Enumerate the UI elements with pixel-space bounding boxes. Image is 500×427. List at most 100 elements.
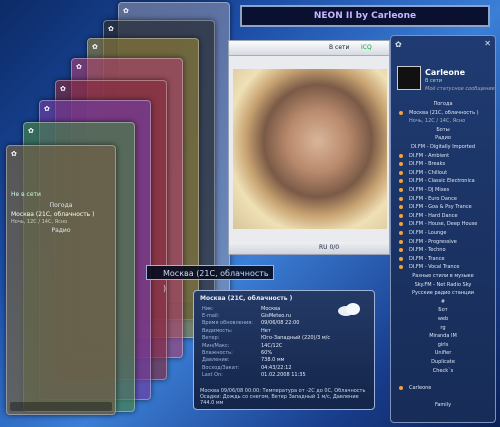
weather-value: GisMeteo.ru (261, 313, 292, 320)
contact-group[interactable]: Боты (395, 126, 491, 134)
list-item[interactable]: DI.FM - House, Deep House (395, 220, 491, 228)
weather-value: 09/06/08 22:00 (261, 320, 300, 327)
list-item-label: DI.FM - Hard Dance (409, 212, 458, 219)
contact-group[interactable]: Радио (395, 134, 491, 142)
contact-group[interactable]: # (395, 298, 491, 306)
contact-group[interactable]: Бот (395, 306, 491, 314)
status-message[interactable]: Моё статусное сообщение (425, 86, 495, 92)
contact-group[interactable]: Family (395, 401, 491, 409)
status-line[interactable]: Не в сети (11, 190, 111, 199)
list-item-label: Погода (433, 101, 453, 107)
contact-group[interactable]: DI.FM - Digitally Imported (395, 143, 491, 151)
weather-key: Мин/Макс: (202, 342, 230, 349)
weather-forecast-note: Москва 09/06/08 00:00: Температура от -2… (200, 388, 366, 406)
weather-key: Восход/Закат: (202, 364, 240, 371)
weather-value: 14С/12С (261, 342, 283, 349)
flower-icon: ✿ (76, 63, 82, 71)
list-item-label: Duplicate (431, 359, 455, 365)
weather-value: 01.02.2008 11:35 (261, 372, 306, 379)
status-online[interactable]: В сети (329, 44, 349, 51)
weather-contact-label[interactable]: Москва (21С, облачность ) (146, 265, 274, 293)
weather-row: Last On: 01.02.2008 11:35 (200, 372, 332, 379)
list-item[interactable]: Ночь, 12С / 14С, Ясно (395, 117, 491, 125)
contact-status-icon (399, 110, 403, 115)
list-item[interactable]: DI.FM - Breaks (395, 160, 491, 168)
list-item[interactable]: DI.FM - Goa & Psy Trance (395, 203, 491, 211)
contact-status-icon (399, 265, 403, 270)
list-item-label: Боты (436, 126, 450, 133)
contact-group[interactable]: Check`s (395, 367, 491, 375)
profile-nick[interactable]: Carleone (425, 68, 465, 77)
weather-header: Москва (21С, облачность ) (200, 295, 293, 302)
list-item[interactable]: DI.FM - Ambient (395, 152, 491, 160)
list-item[interactable]: DI.FM - Chillout (395, 169, 491, 177)
list-item-label: Carleone (409, 384, 432, 391)
list-item[interactable]: Москва (21С, облачность ) (395, 109, 491, 117)
contact-status-icon (399, 188, 403, 192)
list-item[interactable]: DI.FM - Euro Dance (395, 195, 491, 203)
contact-status-icon (399, 239, 403, 244)
contact-group[interactable]: Miranda IM (395, 332, 491, 340)
list-item-label: DI.FM - Ambient (409, 152, 450, 159)
weather-key: Давление: (202, 357, 230, 364)
group-weather[interactable]: Погода (11, 201, 111, 210)
status-bar[interactable] (10, 402, 112, 411)
contact-group[interactable]: rg (395, 324, 491, 332)
list-item-label: Бот (438, 307, 448, 314)
list-item-label: web (437, 316, 449, 322)
list-item-label: DI.FM - Vocal Trance (409, 264, 460, 271)
list-item[interactable]: DI.FM - Progressive (395, 238, 491, 246)
weather-row: Ветер: Юго-Западный (220)/3 м/с (200, 335, 332, 342)
list-item[interactable]: DI.FM - Lounge (395, 229, 491, 237)
weather-key: Время обновления: (202, 320, 253, 327)
contact-group[interactable]: Русские радио станции (395, 289, 491, 297)
profile-status[interactable]: В сети (425, 78, 442, 84)
list-item-label: DI.FM - Chillout (409, 169, 448, 176)
contact-group[interactable]: Sky.FM - Net Radio Sky (395, 281, 491, 289)
list-item[interactable]: DI.FM - Classic Electronica (395, 177, 491, 185)
list-item-label: Русские радио станции (412, 290, 474, 297)
contact-status-icon (399, 213, 403, 218)
list-item-label: DI.FM - Goa & Psy Trance (409, 204, 472, 211)
list-item-label: Ночь, 12С / 14С, Ясно (409, 118, 466, 125)
list-item-label: DI.FM - Progressive (409, 238, 457, 245)
weather-key: E-mail: (202, 313, 220, 320)
group-radio[interactable]: Радио (11, 226, 111, 235)
video-window: В сети ICQ RU 0/0 (228, 40, 390, 255)
weather-value: Юго-Западный (220)/3 м/с (261, 335, 331, 342)
contact-group[interactable]: web (395, 315, 491, 323)
list-item[interactable]: Carleone (395, 384, 491, 392)
contact-status-icon (399, 153, 403, 158)
flower-icon: ✿ (44, 105, 50, 113)
contact-group[interactable]: Unifier (395, 349, 491, 357)
list-item-label: DI.FM - Digitally Imported (410, 144, 476, 150)
contact-status-icon (399, 222, 403, 227)
contact-status-icon (399, 162, 403, 167)
list-item[interactable]: DI.FM - Hard Dance (395, 212, 491, 220)
list-item[interactable]: DI.FM - Techno (395, 246, 491, 254)
contact-status-icon (399, 179, 403, 184)
cloud-icon (338, 303, 360, 316)
weather-key: Last On: (202, 372, 223, 379)
list-item-label: DI.FM - Breaks (409, 161, 446, 168)
avatar[interactable] (397, 66, 421, 90)
contact-list-window: ✿ ✕ Carleone В сети Моё статусное сообще… (390, 35, 496, 423)
list-item[interactable]: DI.FM - Trance (395, 255, 491, 263)
list-item[interactable]: DI.FM - Vocal Trance (395, 263, 491, 271)
list-item-label: DI.FM - Trance (409, 255, 445, 262)
list-item-label: Москва (21С, облачность ) (409, 109, 479, 116)
contact-group[interactable]: Погода (395, 100, 491, 108)
contact-group[interactable]: girls (395, 341, 491, 349)
list-item-label: # (440, 298, 446, 305)
weather-key: Видимость: (202, 327, 233, 334)
list-item-label: rg (440, 324, 446, 331)
weather-row: Видимость: Нет (200, 327, 332, 334)
close-icon[interactable]: ✕ (484, 39, 491, 48)
contact-group[interactable]: Разные стили в музыке (395, 272, 491, 280)
list-item-label: Miranda IM (429, 333, 457, 340)
weather-row: Мин/Макс: 14С/12С (200, 342, 332, 349)
contact-group[interactable]: Duplicate (395, 358, 491, 366)
protocol-label[interactable]: ICQ (361, 44, 372, 51)
list-item[interactable]: DI.FM - DJ Mixes (395, 186, 491, 194)
